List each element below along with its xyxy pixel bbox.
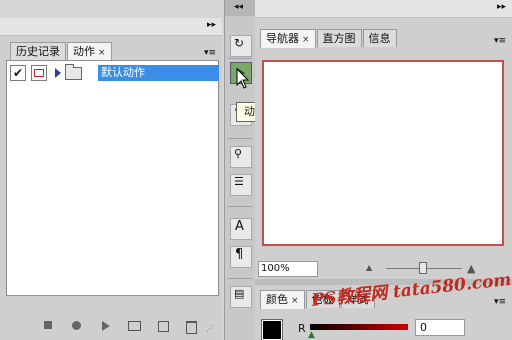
divider xyxy=(228,138,252,139)
navigator-preview[interactable] xyxy=(262,60,504,246)
tab-info[interactable]: 信息 xyxy=(362,29,397,47)
collapse-left-icon[interactable]: ◂◂ xyxy=(234,2,243,12)
tab-histogram[interactable]: 直方图 xyxy=(316,29,362,47)
clone-source-icon[interactable]: ⚲ xyxy=(230,146,252,168)
zoom-out-icon[interactable]: ▲ xyxy=(366,263,372,272)
tool-presets-icon[interactable]: ▤ xyxy=(230,286,252,308)
new-action-icon[interactable] xyxy=(158,321,169,332)
dock-header[interactable]: ◂◂ xyxy=(225,0,255,16)
tab-actions[interactable]: 动作 × xyxy=(67,42,112,61)
slider-thumb-icon[interactable]: ▲ xyxy=(308,330,315,340)
zoom-input[interactable]: 100% xyxy=(258,261,318,277)
panel-dock-strip: ◂◂ ↻ ✎ ⚲ ☰ A ¶ ▤ xyxy=(224,0,256,340)
tab-actions-label: 动作 xyxy=(73,45,95,58)
close-icon[interactable]: × xyxy=(98,48,106,58)
tab-navigator[interactable]: 导航器 × xyxy=(260,29,316,48)
delete-icon[interactable] xyxy=(186,321,197,334)
divider xyxy=(228,206,252,207)
foreground-color-swatch[interactable] xyxy=(261,319,283,340)
mouse-cursor-icon xyxy=(236,68,250,89)
left-tab-strip: 历史记录 动作 × xyxy=(10,42,113,61)
tab-history[interactable]: 历史记录 xyxy=(10,42,66,60)
list-item[interactable]: ✔ 默认动作 xyxy=(7,64,219,82)
tab-color-label: 颜色 xyxy=(266,293,288,306)
actions-footer: ⋰ xyxy=(6,318,217,336)
tab-navigator-label: 导航器 xyxy=(266,32,299,45)
collapse-icon[interactable]: ▸▸ xyxy=(497,2,506,12)
panel-grip[interactable]: ▸▸ xyxy=(0,18,222,36)
stop-icon[interactable] xyxy=(44,321,52,329)
expand-arrow-icon[interactable] xyxy=(55,68,61,78)
channel-value-input[interactable]: 0 xyxy=(415,319,465,336)
toggle-checkbox[interactable]: ✔ xyxy=(10,65,26,81)
resize-grip-icon[interactable]: ⋰ xyxy=(206,324,214,333)
play-icon[interactable] xyxy=(102,321,110,331)
divider xyxy=(228,58,252,59)
zoom-slider-thumb[interactable] xyxy=(419,262,427,274)
dialog-toggle-icon[interactable] xyxy=(31,65,47,81)
paragraph-icon[interactable]: ¶ xyxy=(230,246,252,268)
channel-label: R xyxy=(298,322,306,335)
panel-menu-icon[interactable]: ▾≡ xyxy=(494,36,506,46)
new-set-icon[interactable] xyxy=(128,321,141,331)
close-icon[interactable]: × xyxy=(302,35,310,45)
character-icon[interactable]: A xyxy=(230,218,252,240)
record-icon[interactable] xyxy=(72,321,81,330)
panel-grip[interactable]: ▸▸ xyxy=(255,0,512,18)
tab-info-label: 信息 xyxy=(368,32,391,45)
close-icon[interactable]: × xyxy=(291,296,299,306)
actions-list: ✔ 默认动作 xyxy=(6,60,219,296)
panel-menu-icon[interactable]: ▾≡ xyxy=(204,48,216,58)
collapse-icon[interactable]: ▸▸ xyxy=(207,20,216,30)
red-channel-slider[interactable] xyxy=(310,324,408,330)
layer-comps-icon[interactable]: ☰ xyxy=(230,174,252,196)
tab-histogram-label: 直方图 xyxy=(322,32,356,45)
tab-history-label: 历史记录 xyxy=(16,45,60,58)
divider xyxy=(228,278,252,279)
navigator-tab-strip: 导航器 × 直方图 信息 xyxy=(260,29,398,48)
tab-color[interactable]: 颜色 × xyxy=(260,290,305,309)
folder-icon xyxy=(65,64,82,80)
action-set-label[interactable]: 默认动作 xyxy=(98,65,219,81)
panel-menu-icon[interactable]: ▾≡ xyxy=(494,297,506,307)
history-icon[interactable]: ↻ xyxy=(230,35,252,57)
